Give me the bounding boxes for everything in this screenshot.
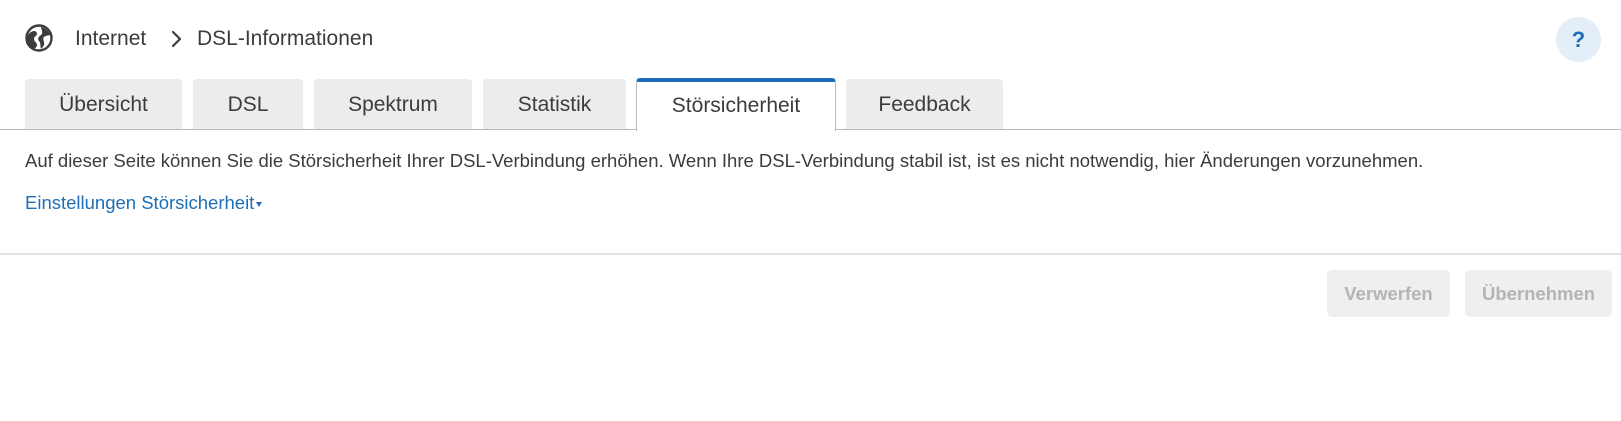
globe-icon [25,24,53,52]
tab-spektrum[interactable]: Spektrum [314,79,472,130]
apply-button[interactable]: Übernehmen [1465,270,1612,317]
tab-bar: Übersicht DSL Spektrum Statistik Störsic… [0,78,1621,131]
page-header: Internet DSL-Informationen ? [0,0,1621,78]
settings-toggle-link[interactable]: Einstellungen Störsicherheit [25,191,263,215]
tab-feedback[interactable]: Feedback [846,79,1003,130]
tab-stoersicherheit[interactable]: Störsicherheit [636,78,836,131]
settings-link-label: Einstellungen Störsicherheit [25,192,255,213]
content-divider [0,253,1621,255]
tab-dsl[interactable]: DSL [193,79,303,130]
breadcrumb-dsl-informationen: DSL-Informationen [197,27,374,50]
tab-uebersicht[interactable]: Übersicht [25,79,182,130]
caret-down-icon [256,201,263,207]
discard-button[interactable]: Verwerfen [1327,270,1450,317]
breadcrumb-internet[interactable]: Internet [75,26,146,52]
help-button[interactable]: ? [1556,17,1601,62]
chevron-right-icon [171,30,182,48]
tab-statistik[interactable]: Statistik [483,79,626,130]
intro-text: Auf dieser Seite können Sie die Störsich… [25,150,1424,171]
